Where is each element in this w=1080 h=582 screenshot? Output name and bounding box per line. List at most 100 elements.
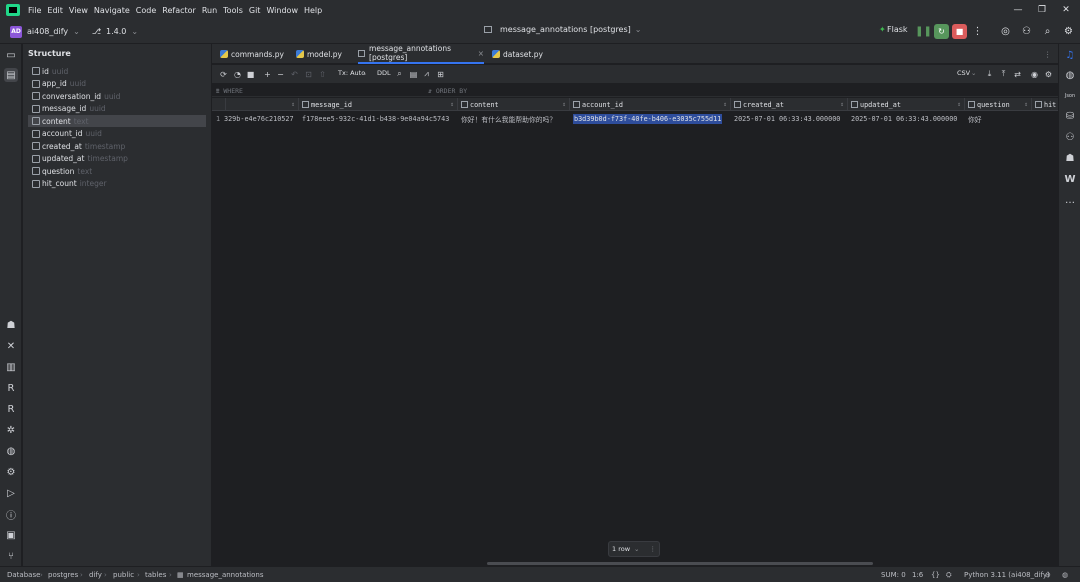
tab-commands-py[interactable]: commands.py xyxy=(220,44,284,64)
chart-icon[interactable]: ⩘ xyxy=(421,68,432,80)
terminal-icon[interactable]: ▣ xyxy=(4,528,18,542)
sort-icon[interactable]: ⇕ xyxy=(562,101,566,108)
copilot-icon[interactable]: ☗ xyxy=(4,318,18,332)
breadcrumb-public[interactable]: public xyxy=(113,571,134,579)
menu-run[interactable]: Run xyxy=(202,6,217,15)
tab-dataset-py[interactable]: dataset.py xyxy=(492,44,543,64)
order-by-input[interactable]: ⇵ ORDER BY xyxy=(428,87,467,95)
column-header-message-id[interactable]: message_id ⇕ xyxy=(299,98,458,111)
column-header-question[interactable]: question ⇕ xyxy=(965,98,1032,111)
tab-message-annotations[interactable]: message_annotations [postgres] × xyxy=(358,44,484,64)
upload-icon[interactable]: ⤒ xyxy=(998,68,1009,80)
json-icon[interactable]: Json xyxy=(1063,89,1077,103)
where-filter-input[interactable]: ⩩ WHERE xyxy=(216,87,243,96)
copilot-chat-icon[interactable]: ☗ xyxy=(1063,151,1077,165)
menu-navigate[interactable]: Navigate xyxy=(94,6,130,15)
cell-updated-at[interactable]: 2025-07-01 06:33:43.000000 xyxy=(848,112,965,125)
w-plugin-icon[interactable]: W xyxy=(1063,172,1077,186)
more-tools-icon[interactable]: … xyxy=(1063,193,1077,207)
revert-icon[interactable]: ↶ xyxy=(289,68,300,80)
close-tab-icon[interactable]: × xyxy=(478,49,484,58)
sort-icon[interactable]: ⇕ xyxy=(1024,101,1028,108)
sort-icon[interactable]: ⇕ xyxy=(291,101,295,108)
project-folder-icon[interactable]: ▭ xyxy=(4,48,18,62)
table-row[interactable]: 1 329b-e4e76c210527 f178eee5-932c-41d1-b… xyxy=(212,112,1058,125)
table-view-icon[interactable]: ▤ xyxy=(408,68,419,80)
column-header-updated-at[interactable]: updated_at ⇕ xyxy=(848,98,965,111)
structure-item-app-id[interactable]: app_id uuid xyxy=(28,78,206,90)
structure-item-created-at[interactable]: created_at timestamp xyxy=(28,140,206,152)
menu-help[interactable]: Help xyxy=(304,6,322,15)
horizontal-scrollbar[interactable] xyxy=(487,562,873,565)
menu-code[interactable]: Code xyxy=(136,6,156,15)
cell-content[interactable]: 你好！有什么我能帮助你的吗？ xyxy=(458,112,570,125)
search-icon[interactable]: ⌕ xyxy=(394,68,405,80)
chevron-down-icon[interactable]: ⌄ xyxy=(362,69,367,77)
encoding-icon[interactable]: ⛭ xyxy=(946,571,952,580)
pycharm-logo-icon[interactable] xyxy=(6,4,20,16)
menu-refactor[interactable]: Refactor xyxy=(162,6,196,15)
sort-icon[interactable]: ⇕ xyxy=(957,101,961,108)
menu-view[interactable]: View xyxy=(69,6,88,15)
debug-icon[interactable]: ✲ xyxy=(4,423,18,437)
cell-id[interactable]: 329b-e4e76c210527 xyxy=(221,112,299,125)
minimize-button[interactable]: — xyxy=(1006,0,1030,20)
structure-item-hit-count[interactable]: hit_count integer xyxy=(28,178,206,190)
cell-message-id[interactable]: f178eee5-932c-41d1-b438-9e04a94c5743 xyxy=(299,112,458,125)
breadcrumb-message-annotations[interactable]: message_annotations xyxy=(187,571,264,579)
menu-file[interactable]: File xyxy=(28,6,41,15)
python-packages-icon[interactable]: ◍ xyxy=(4,444,18,458)
menu-edit[interactable]: Edit xyxy=(47,6,63,15)
add-user-icon[interactable]: ⚇ xyxy=(1019,24,1034,39)
window-title[interactable]: message_annotations [postgres] ⌄ xyxy=(484,25,641,34)
structure-item-updated-at[interactable]: updated_at timestamp xyxy=(28,153,206,165)
compare-icon[interactable]: ⇄ xyxy=(1012,68,1023,80)
refresh-icon[interactable]: ⟳ xyxy=(218,68,229,80)
chevron-down-icon[interactable]: ⌄ xyxy=(73,27,80,36)
stop-button[interactable]: ■ xyxy=(952,24,967,39)
menu-git[interactable]: Git xyxy=(249,6,261,15)
ddl-button[interactable]: DDL xyxy=(377,69,391,77)
project-badge[interactable]: AD xyxy=(10,25,22,38)
grid-settings-icon[interactable]: ⚙ xyxy=(1043,68,1054,80)
breadcrumb-dify[interactable]: dify xyxy=(89,571,102,579)
settings-gear-icon[interactable]: ⚙ xyxy=(1061,24,1076,39)
close-window-button[interactable]: ✕ xyxy=(1054,0,1078,20)
sciview-icon[interactable]: ⚇ xyxy=(1063,130,1077,144)
breadcrumb-postgres[interactable]: postgres xyxy=(48,571,78,579)
git-icon[interactable]: ⑂ xyxy=(4,549,18,563)
sort-icon[interactable]: ⇕ xyxy=(840,101,844,108)
problems-icon[interactable]: ⓘ xyxy=(4,507,18,522)
column-header-content[interactable]: content ⇕ xyxy=(458,98,570,111)
column-header-id[interactable]: ⇕ xyxy=(226,98,299,111)
database-icon[interactable]: ⛁ xyxy=(1063,109,1077,123)
structure-item-account-id[interactable]: account_id uuid xyxy=(28,128,206,140)
cell-created-at[interactable]: 2025-07-01 06:33:43.000000 xyxy=(731,112,848,125)
structure-icon[interactable]: ▤ xyxy=(4,68,18,82)
open-in-editor-icon[interactable]: ⊞ xyxy=(435,68,446,80)
braces-indicator[interactable]: {} xyxy=(931,571,940,579)
search-icon[interactable]: ⌕ xyxy=(1040,24,1055,39)
r-tools-icon[interactable]: R xyxy=(4,402,18,416)
ai-assistant-icon[interactable]: ◎ xyxy=(998,24,1013,39)
menu-tools[interactable]: Tools xyxy=(223,6,243,15)
cell-question[interactable]: 你好 xyxy=(965,112,1032,125)
column-header-created-at[interactable]: created_at ⇕ xyxy=(731,98,848,111)
ai-status-icon[interactable]: ◍ xyxy=(1062,571,1068,579)
add-row-icon[interactable]: + xyxy=(262,68,273,80)
r-console-icon[interactable]: R xyxy=(4,381,18,395)
row-count-button[interactable]: 1 row ⌄ ⋮ xyxy=(608,541,660,557)
tab-model-py[interactable]: model.py xyxy=(296,44,342,64)
structure-item-question[interactable]: question text xyxy=(28,165,206,177)
sort-icon[interactable]: ⇕ xyxy=(450,101,454,108)
view-icon[interactable]: ◉ xyxy=(1029,68,1040,80)
tabs-more-icon[interactable]: ⋮ xyxy=(1044,44,1052,64)
chevron-down-icon[interactable]: ⌄ xyxy=(131,27,138,36)
pause-icon[interactable]: ❚❚ xyxy=(915,24,932,39)
sort-icon[interactable]: ⇕ xyxy=(723,101,727,108)
branch-name[interactable]: 1.4.0 xyxy=(106,27,126,36)
delete-row-icon[interactable]: − xyxy=(275,68,286,80)
column-header-account-id[interactable]: account_id ⇕ xyxy=(570,98,731,111)
ai-chat-icon[interactable]: ◍ xyxy=(1063,68,1077,82)
more-vertical-icon[interactable]: ⋮ xyxy=(970,24,985,39)
